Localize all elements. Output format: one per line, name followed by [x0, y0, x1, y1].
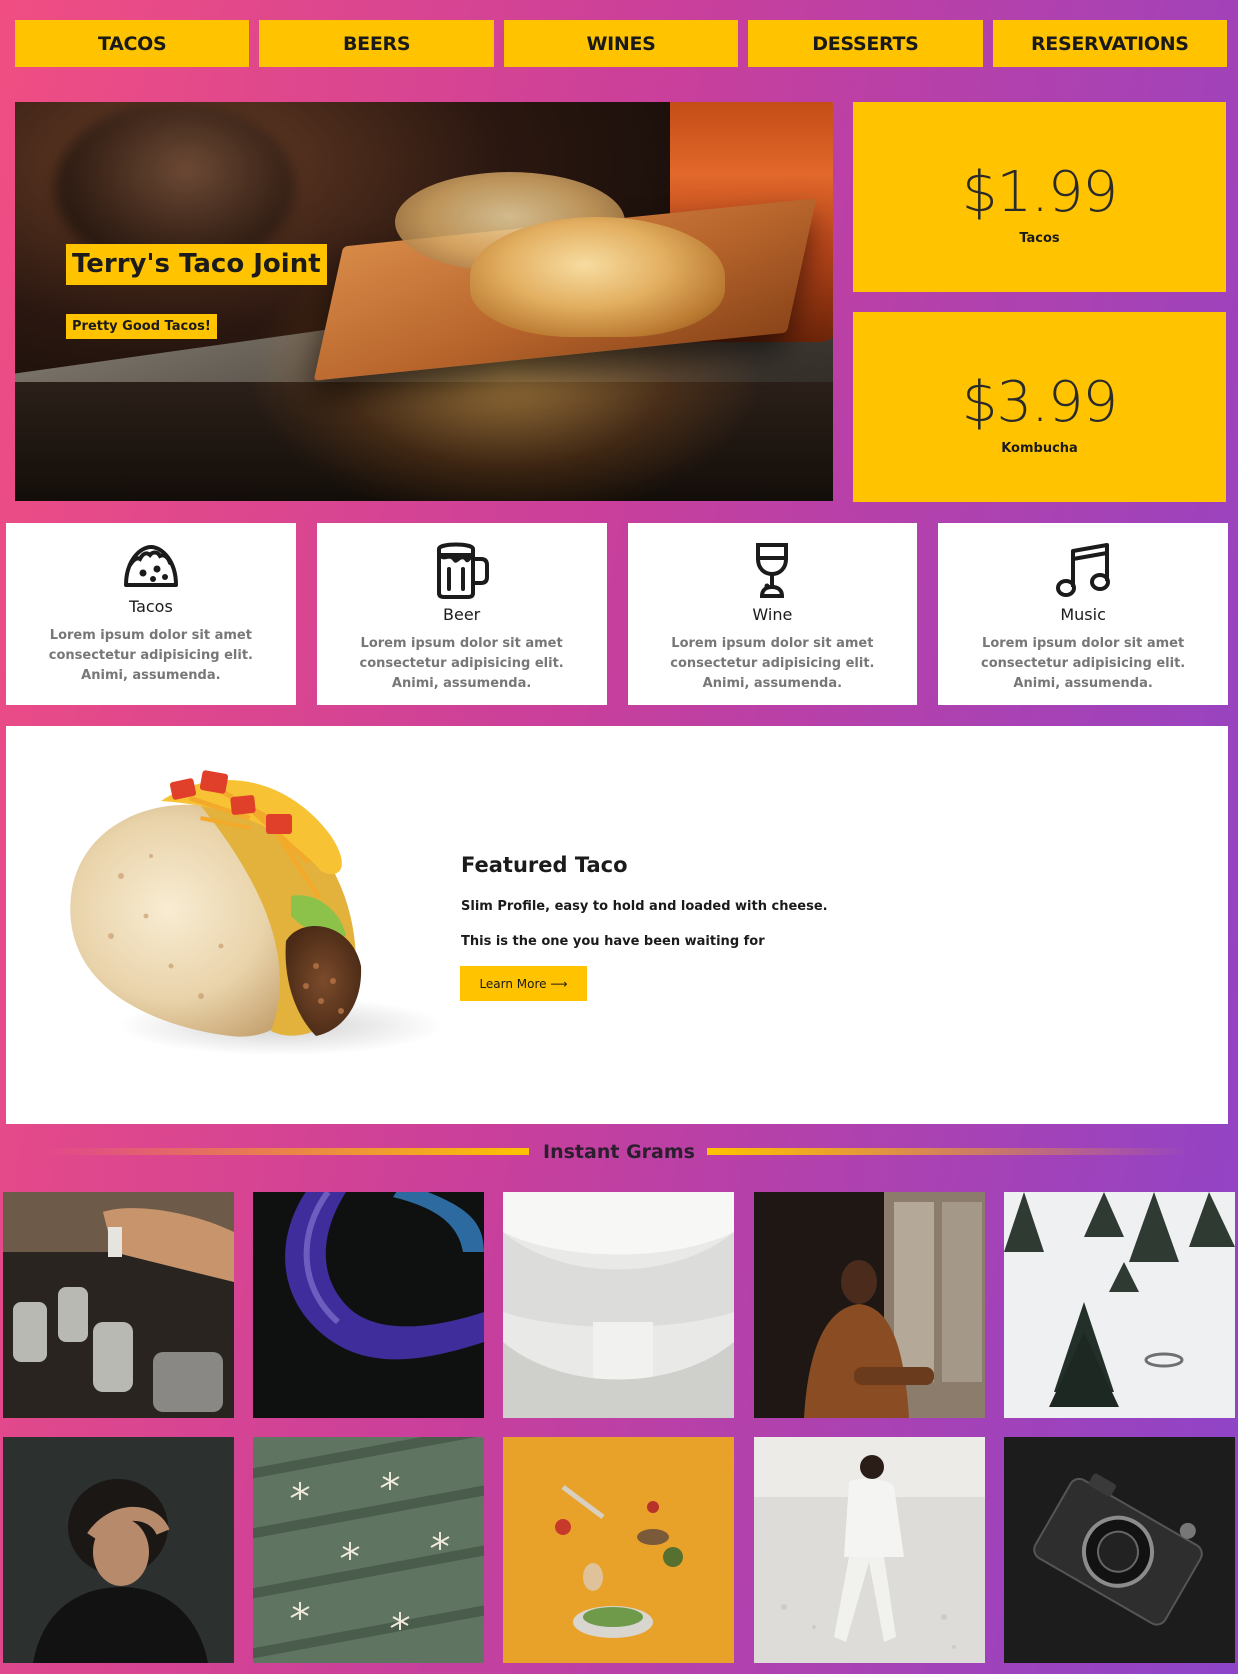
instant-grams-heading: Instant Grams — [543, 1141, 695, 1163]
featured-heading: Featured Taco — [461, 853, 628, 877]
gram-photo-coffee-bar[interactable] — [3, 1192, 234, 1418]
nav-wines-button[interactable]: WINES — [503, 20, 739, 67]
price-card-tacos: $1.99 Tacos — [853, 102, 1226, 292]
price-item: Tacos — [1019, 231, 1060, 246]
feature-card-tacos: Tacos Lorem ipsum dolor sit amet consect… — [6, 523, 296, 705]
feature-description: Lorem ipsum dolor sit amet consectetur a… — [48, 628, 253, 683]
wine-glass-icon — [756, 543, 789, 598]
gram-photo-abstract-ribbon[interactable] — [253, 1192, 484, 1418]
price-amount: $3.99 — [961, 370, 1118, 435]
price-amount: $1.99 — [961, 160, 1118, 225]
music-note-icon — [1056, 543, 1111, 597]
feature-title: Tacos — [128, 597, 173, 616]
nav-desserts-button[interactable]: DESSERTS — [748, 20, 983, 67]
feature-description: Lorem ipsum dolor sit amet consectetur a… — [981, 636, 1186, 691]
feature-title: Wine — [752, 605, 793, 624]
gram-photo-floating-food[interactable] — [503, 1437, 734, 1663]
feature-cards: Tacos Lorem ipsum dolor sit amet consect… — [6, 523, 1228, 705]
taco-icon — [123, 545, 178, 587]
gram-photo-portrait[interactable] — [3, 1437, 234, 1663]
featured-taco-section: Featured Taco Slim Profile, easy to hold… — [6, 726, 1228, 1124]
nav-beers-button[interactable]: BEERS — [259, 20, 494, 67]
gram-photo-snowy-forest[interactable] — [1004, 1192, 1235, 1418]
feature-title: Music — [1060, 605, 1106, 624]
feature-card-beer: Beer Lorem ipsum dolor sit amet consecte… — [316, 523, 607, 705]
hero-subtitle: Pretty Good Tacos! — [66, 314, 217, 339]
price-item: Kombucha — [1001, 441, 1078, 456]
nav-tacos-button[interactable]: TACOS — [15, 20, 250, 67]
gram-photo-cactus[interactable] — [253, 1437, 484, 1663]
hero-title: Terry's Taco Joint — [66, 244, 327, 286]
top-nav: TACOS BEERS WINES DESSERTS RESERVATIONS — [15, 20, 1228, 67]
hero-banner: Terry's Taco Joint Pretty Good Tacos! — [15, 102, 833, 501]
nav-reservations-button[interactable]: RESERVATIONS — [992, 20, 1228, 67]
featured-taco-image — [70, 770, 362, 1037]
feature-description: Lorem ipsum dolor sit amet consectetur a… — [670, 636, 875, 691]
featured-tagline: This is the one you have been waiting fo… — [461, 934, 765, 949]
hero-photo-taco — [470, 217, 725, 337]
gram-photo-camera[interactable] — [1004, 1437, 1235, 1663]
price-card-kombucha: $3.99 Kombucha — [853, 312, 1226, 502]
learn-more-button[interactable]: Learn More ⟶ — [460, 966, 587, 1001]
gram-photo-woman-walking[interactable] — [754, 1437, 985, 1663]
feature-card-wine: Wine Lorem ipsum dolor sit amet consecte… — [627, 523, 918, 705]
beer-mug-icon — [436, 542, 489, 599]
feature-card-music: Music Lorem ipsum dolor sit amet consect… — [938, 523, 1228, 705]
feature-title: Beer — [443, 605, 481, 624]
gram-photo-man-window[interactable] — [754, 1192, 985, 1418]
featured-description: Slim Profile, easy to hold and loaded wi… — [461, 899, 828, 914]
feature-description: Lorem ipsum dolor sit amet consectetur a… — [359, 636, 564, 691]
gram-photo-white-architecture[interactable] — [503, 1192, 734, 1418]
